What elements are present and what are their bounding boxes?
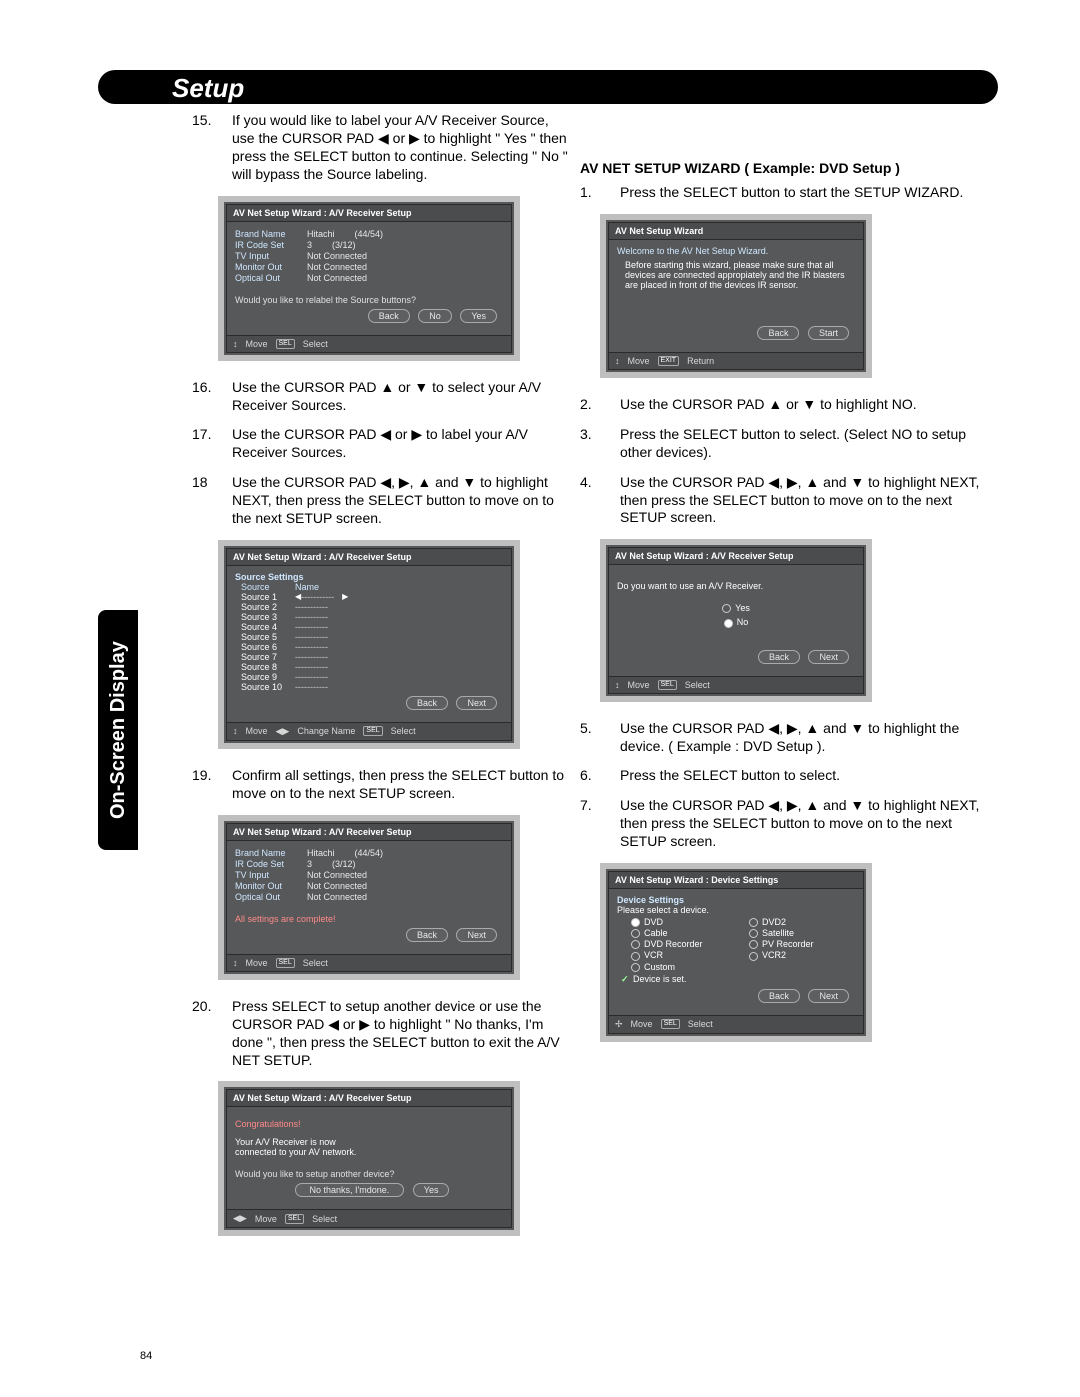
osd-next-button[interactable]: Next (808, 989, 849, 1003)
osd-yes-button[interactable]: Yes (413, 1183, 450, 1197)
radio-icon (749, 929, 758, 938)
osd-screenshot-device-settings: AV Net Setup Wizard : Device Settings De… (600, 863, 872, 1042)
radio-icon (631, 940, 640, 949)
radio-icon (749, 918, 758, 927)
osd-title: AV Net Setup Wizard : A/V Receiver Setup (227, 824, 511, 841)
rstep-5: 5.Use the CURSOR PAD ◀, ▶, ▲ and ▼ to hi… (580, 720, 985, 756)
side-tab-text: On-Screen Display (98, 610, 138, 850)
osd-screenshot-relabel: AV Net Setup Wizard : A/V Receiver Setup… (218, 196, 520, 361)
radio-icon (631, 929, 640, 938)
osd-screenshot-welcome: AV Net Setup Wizard Welcome to the AV Ne… (600, 214, 872, 378)
radio-icon (631, 918, 640, 927)
osd-screenshot-congrats: AV Net Setup Wizard : A/V Receiver Setup… (218, 1081, 520, 1236)
check-icon: ✓ (621, 974, 629, 985)
osd-back-button[interactable]: Back (406, 696, 448, 710)
osd-title: AV Net Setup Wizard : A/V Receiver Setup (227, 1090, 511, 1107)
osd-title: AV Net Setup Wizard : A/V Receiver Setup (227, 549, 511, 566)
osd-title: AV Net Setup Wizard (609, 223, 863, 240)
rstep-7: 7.Use the CURSOR PAD ◀, ▶, ▲ and ▼ to hi… (580, 797, 985, 851)
step-19: 19.Confirm all settings, then press the … (192, 767, 572, 803)
osd-title: AV Net Setup Wizard : Device Settings (609, 872, 863, 889)
page-header-text: Setup (172, 73, 244, 104)
osd-back-button[interactable]: Back (758, 650, 800, 664)
osd-next-button[interactable]: Next (456, 928, 497, 942)
step-17: 17.Use the CURSOR PAD ◀ or ▶ to label yo… (192, 426, 572, 462)
radio-icon (724, 619, 733, 628)
rstep-6: 6.Press the SELECT button to select. (580, 767, 985, 785)
osd-no-button[interactable]: No (418, 309, 452, 323)
rstep-1: 1.Press the SELECT button to start the S… (580, 184, 985, 202)
rstep-4: 4.Use the CURSOR PAD ◀, ▶, ▲ and ▼ to hi… (580, 474, 985, 528)
radio-icon (722, 604, 731, 613)
side-tab: On-Screen Display (98, 610, 138, 850)
osd-back-button[interactable]: Back (406, 928, 448, 942)
osd-screenshot-use-avr: AV Net Setup Wizard : A/V Receiver Setup… (600, 539, 872, 701)
osd-back-button[interactable]: Back (757, 326, 799, 340)
step-16: 16.Use the CURSOR PAD ▲ or ▼ to select y… (192, 379, 572, 415)
osd-next-button[interactable]: Next (456, 696, 497, 710)
right-header: AV NET SETUP WIZARD ( Example: DVD Setup… (580, 160, 985, 176)
osd-start-button[interactable]: Start (808, 326, 849, 340)
osd-back-button[interactable]: Back (758, 989, 800, 1003)
osd-title: AV Net Setup Wizard : A/V Receiver Setup (227, 205, 511, 222)
radio-icon (631, 952, 640, 961)
osd-screenshot-sources: AV Net Setup Wizard : A/V Receiver Setup… (218, 540, 520, 749)
step-20: 20.Press SELECT to setup another device … (192, 998, 572, 1070)
rstep-2: 2.Use the CURSOR PAD ▲ or ▼ to highlight… (580, 396, 985, 414)
step-18: 18Use the CURSOR PAD ◀, ▶, ▲ and ▼ to hi… (192, 474, 572, 528)
radio-icon (749, 952, 758, 961)
page-number: 84 (140, 1350, 152, 1362)
rstep-3: 3.Press the SELECT button to select. (Se… (580, 426, 985, 462)
osd-title: AV Net Setup Wizard : A/V Receiver Setup (609, 548, 863, 565)
step-15: 15.If you would like to label your A/V R… (192, 112, 572, 184)
osd-yes-button[interactable]: Yes (460, 309, 497, 323)
radio-icon (631, 963, 640, 972)
osd-screenshot-complete: AV Net Setup Wizard : A/V Receiver Setup… (218, 815, 520, 980)
radio-icon (749, 940, 758, 949)
osd-no-thanks-button[interactable]: No thanks, I'mdone. (295, 1183, 405, 1197)
osd-next-button[interactable]: Next (808, 650, 849, 664)
page-header: Setup (98, 70, 998, 104)
osd-back-button[interactable]: Back (368, 309, 410, 323)
